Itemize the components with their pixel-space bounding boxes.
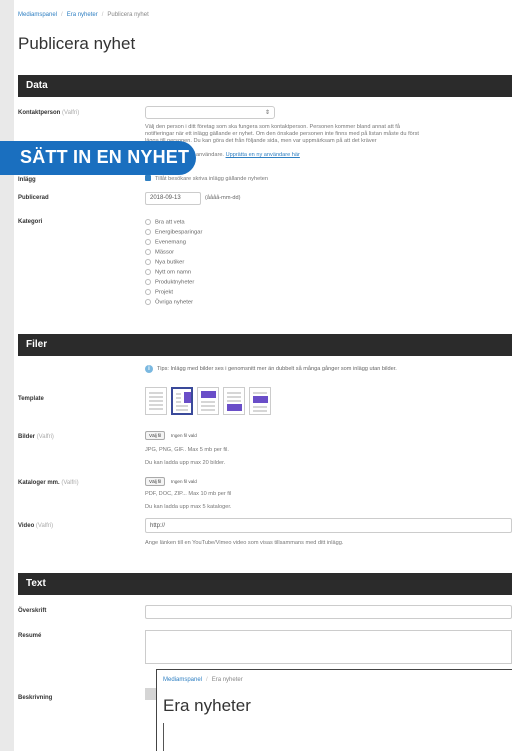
- allow-posts-checkbox[interactable]: [145, 175, 151, 181]
- category-option[interactable]: Nytt om namn: [145, 269, 191, 276]
- radio-button[interactable]: [145, 269, 151, 275]
- template-label: Template: [18, 396, 44, 402]
- overlay-breadcrumb-home-link[interactable]: Mediamspanel: [163, 677, 202, 683]
- catalogs-no-file-text: Ingen fil vald: [171, 479, 197, 484]
- image-tip-text: Tips: Inlägg med bilder ses i genomsnitt…: [157, 366, 397, 372]
- template-option-image-top[interactable]: [197, 387, 219, 415]
- create-user-link[interactable]: Upprätta en ny användare här: [226, 152, 300, 158]
- publish-news-page: Mediamspanel / Era nyheter / Publicera nyhet…: [14, 0, 512, 751]
- category-option[interactable]: Produktnyheter: [145, 279, 194, 286]
- images-no-file-text: Ingen fil vald: [171, 433, 197, 438]
- category-option[interactable]: Bra att veta: [145, 219, 185, 226]
- category-label: Kategori: [18, 219, 43, 225]
- contact-help-text: notifieringar när ett inlägg gällande er…: [145, 131, 419, 137]
- breadcrumb-separator: /: [61, 12, 63, 18]
- date-format-hint: (åååå-mm-dd): [205, 195, 241, 201]
- catalogs-label: Kataloger mm. (Valfri): [18, 480, 79, 486]
- category-option[interactable]: Energibesparingar: [145, 229, 202, 236]
- video-help-text: Ange länken till en YouTube/Vimeo video …: [145, 540, 344, 546]
- select-arrow-icon: ⇕: [264, 110, 270, 116]
- category-option[interactable]: Övriga nyheter: [145, 299, 193, 306]
- overlay-divider: [163, 723, 164, 751]
- radio-button[interactable]: [145, 259, 151, 265]
- radio-button[interactable]: [145, 229, 151, 235]
- overlay-title: Era nyheter: [163, 696, 251, 715]
- summary-textarea[interactable]: [145, 630, 512, 664]
- published-date-input[interactable]: 2018-09-13: [145, 192, 201, 205]
- breadcrumb: Mediamspanel / Era nyheter / Publicera nyhet: [18, 12, 149, 18]
- page-title: Publicera nyhet: [18, 34, 136, 53]
- summary-label: Resumé: [18, 633, 42, 639]
- breadcrumb-separator: /: [101, 12, 104, 18]
- breadcrumb-home-link[interactable]: Mediamspanel: [18, 12, 57, 18]
- category-option[interactable]: Projekt: [145, 289, 173, 296]
- banner-label: SÄTT IN EN NYHET: [0, 141, 196, 175]
- category-option[interactable]: Nya butiker: [145, 259, 184, 266]
- section-header-files: Filer: [18, 334, 512, 356]
- template-option-image-bottom[interactable]: [223, 387, 245, 415]
- radio-button[interactable]: [145, 279, 151, 285]
- images-format-text: JPG, PNG, GIF.. Max 5 mb per fil.: [145, 447, 229, 453]
- description-label: Beskrivning: [18, 695, 53, 701]
- catalogs-format-text: PDF, DOC, ZIP... Max 10 mb per fil: [145, 491, 232, 497]
- published-label: Publicerad: [18, 195, 49, 201]
- overlay-breadcrumb: Mediamspanel / Era nyheter: [163, 677, 243, 683]
- radio-button[interactable]: [145, 289, 151, 295]
- template-option-image-right[interactable]: [171, 387, 193, 415]
- era-nyheter-preview: Mediamspanel / Era nyheter Era nyheter: [156, 669, 512, 751]
- images-choose-file-button[interactable]: Välj fil: [145, 431, 166, 440]
- breadcrumb-separator: /: [206, 677, 208, 683]
- radio-button[interactable]: [145, 299, 151, 305]
- breadcrumb-parent-link[interactable]: Era nyheter: [67, 12, 98, 18]
- post-label: Inlägg: [18, 177, 36, 183]
- radio-button[interactable]: [145, 249, 151, 255]
- heading-input[interactable]: [145, 605, 512, 619]
- template-option-image-middle[interactable]: [249, 387, 271, 415]
- category-option[interactable]: Mässor: [145, 249, 174, 256]
- radio-button[interactable]: [145, 219, 151, 225]
- catalogs-max-text: Du kan ladda upp max 5 kataloger.: [145, 504, 232, 510]
- images-label: Bilder (Valfri): [18, 434, 54, 440]
- video-url-input[interactable]: http://: [145, 518, 512, 533]
- catalogs-choose-file-button[interactable]: Välj fil: [145, 477, 166, 486]
- contact-help-text: Välj den person i ditt företag som ska f…: [145, 124, 400, 130]
- overlay-breadcrumb-current: Era nyheter: [211, 677, 243, 683]
- category-option[interactable]: Evenemang: [145, 239, 186, 246]
- images-max-text: Du kan ladda upp max 20 bilder.: [145, 460, 226, 466]
- breadcrumb-current: Publicera nyhet: [107, 12, 149, 18]
- video-label: Video (Valfri): [18, 523, 54, 529]
- info-icon: i: [145, 365, 153, 373]
- contact-person-select[interactable]: ⇕: [145, 106, 275, 119]
- radio-button[interactable]: [145, 239, 151, 245]
- section-header-text: Text: [18, 573, 512, 595]
- section-header-data: Data: [18, 75, 512, 97]
- template-option-text-only[interactable]: [145, 387, 167, 415]
- allow-posts-label: Tillåt besökare skriva inlägg gällande n…: [155, 176, 268, 182]
- contact-person-label: Kontaktperson (Valfri): [18, 110, 80, 116]
- heading-label: Överskrift: [18, 608, 47, 614]
